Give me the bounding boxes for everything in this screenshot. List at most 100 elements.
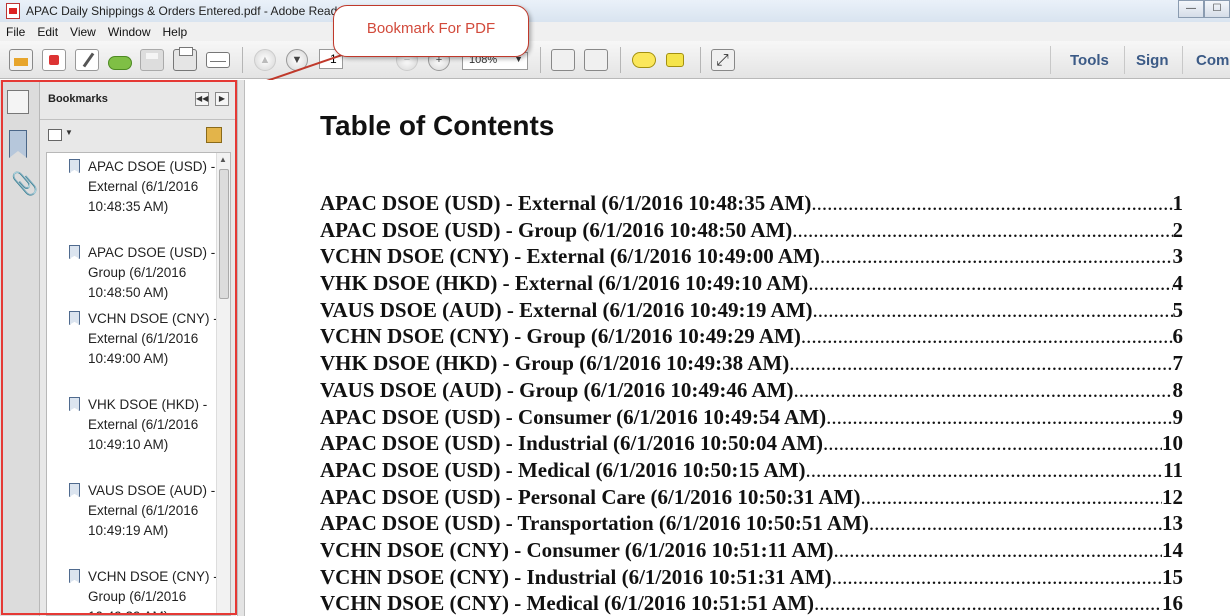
toc-entry[interactable]: APAC DSOE (USD) - Industrial (6/1/2016 1… (320, 431, 1183, 458)
expand-panel-icon[interactable]: ▶ (215, 92, 229, 106)
cloud-upload-icon[interactable] (107, 49, 132, 71)
toc-leader-dots (789, 351, 1172, 376)
toc-leader-dots (801, 324, 1173, 349)
fit-width-icon[interactable] (584, 49, 608, 71)
bookmarks-header: Bookmarks ◀◀ ▶ (40, 80, 236, 120)
toc-entry-page: 14 (1162, 537, 1183, 562)
toc-heading: Table of Contents (320, 110, 555, 141)
toc-entry[interactable]: APAC DSOE (USD) - Personal Care (6/1/201… (320, 485, 1183, 512)
menu-edit[interactable]: Edit (31, 25, 64, 39)
bookmarks-scrollbar[interactable]: ▲ (216, 153, 230, 615)
print-icon[interactable] (173, 47, 197, 71)
sign-button[interactable]: Sign (1136, 52, 1169, 69)
navigation-pane-strip: 📎 (0, 80, 40, 616)
menu-window[interactable]: Window (102, 25, 157, 39)
tools-button[interactable]: Tools (1070, 52, 1109, 69)
menu-view[interactable]: View (64, 25, 102, 39)
edit-icon[interactable] (75, 49, 99, 71)
toc-leader-dots (792, 218, 1172, 243)
highlight-icon[interactable] (666, 53, 684, 67)
toc-entry-title: APAC DSOE (USD) - Personal Care (6/1/201… (320, 484, 861, 509)
callout-bookmark-for-pdf: Bookmark For PDF (333, 5, 529, 57)
bookmark-label: VHK DSOE (HKD) - External (6/1/2016 10:4… (88, 397, 208, 452)
toc-entry-title: VCHN DSOE (CNY) - Medical (6/1/2016 10:5… (320, 591, 815, 616)
collapse-panel-icon[interactable]: ◀◀ (195, 92, 209, 106)
bookmark-icon (69, 245, 80, 259)
page-thumbnails-icon[interactable] (7, 90, 29, 114)
scroll-thumb[interactable] (219, 169, 229, 299)
toc-list: APAC DSOE (USD) - External (6/1/2016 10:… (320, 191, 1183, 616)
toc-entry[interactable]: APAC DSOE (USD) - Group (6/1/2016 10:48:… (320, 218, 1183, 245)
toc-entry-title: VCHN DSOE (CNY) - Consumer (6/1/2016 10:… (320, 537, 834, 562)
toc-entry-title: VAUS DSOE (AUD) - External (6/1/2016 10:… (320, 297, 813, 322)
toc-entry-page: 6 (1172, 324, 1184, 349)
toc-entry-title: VCHN DSOE (CNY) - Group (6/1/2016 10:49:… (320, 324, 801, 349)
find-bookmark-icon[interactable] (206, 127, 222, 143)
toc-entry[interactable]: VCHN DSOE (CNY) - Group (6/1/2016 10:49:… (320, 324, 1183, 351)
comment-icon[interactable] (632, 52, 656, 68)
bookmark-label: VCHN DSOE (CNY) - External (6/1/2016 10:… (88, 311, 218, 366)
bookmark-icon (69, 311, 80, 325)
bookmark-label: APAC DSOE (USD) - External (6/1/2016 10:… (88, 159, 216, 214)
toc-entry[interactable]: VCHN DSOE (CNY) - External (6/1/2016 10:… (320, 244, 1183, 271)
toc-entry-title: APAC DSOE (USD) - Medical (6/1/2016 10:5… (320, 457, 806, 482)
document-page: Table of Contents APAC DSOE (USD) - Exte… (245, 80, 1230, 616)
bookmarks-list: APAC DSOE (USD) - External (6/1/2016 10:… (46, 152, 231, 616)
menu-file[interactable]: File (0, 25, 31, 39)
toc-entry-title: APAC DSOE (USD) - Transportation (6/1/20… (320, 511, 869, 536)
toc-entry[interactable]: APAC DSOE (USD) - Consumer (6/1/2016 10:… (320, 405, 1183, 432)
bookmark-label: VAUS DSOE (AUD) - External (6/1/2016 10:… (88, 483, 216, 538)
toc-entry-title: VHK DSOE (HKD) - Group (6/1/2016 10:49:3… (320, 351, 790, 376)
toc-entry[interactable]: APAC DSOE (USD) - Medical (6/1/2016 10:5… (320, 458, 1183, 485)
toc-leader-dots (826, 405, 1172, 430)
toc-entry-page: 13 (1162, 511, 1183, 536)
bookmark-icon (69, 397, 80, 411)
toc-entry-page: 8 (1172, 377, 1184, 402)
toc-leader-dots (861, 485, 1163, 510)
toc-entry[interactable]: APAC DSOE (USD) - Transportation (6/1/20… (320, 511, 1183, 538)
toc-entry[interactable]: VAUS DSOE (AUD) - Group (6/1/2016 10:49:… (320, 378, 1183, 405)
toc-entry-title: VAUS DSOE (AUD) - Group (6/1/2016 10:49:… (320, 377, 794, 402)
toc-entry[interactable]: VHK DSOE (HKD) - Group (6/1/2016 10:49:3… (320, 351, 1183, 378)
previous-page-icon[interactable]: ▲ (254, 49, 276, 71)
menu-help[interactable]: Help (157, 25, 194, 39)
toc-leader-dots (832, 565, 1162, 590)
bookmark-options-button[interactable]: ▼ (48, 128, 74, 144)
toc-entry[interactable]: VHK DSOE (HKD) - External (6/1/2016 10:4… (320, 271, 1183, 298)
bookmarks-icon[interactable] (9, 130, 27, 158)
toc-entry-page: 1 (1172, 191, 1184, 215)
scroll-up-icon[interactable]: ▲ (219, 155, 227, 164)
bookmark-icon (69, 483, 80, 497)
toc-leader-dots (869, 511, 1162, 536)
email-icon[interactable] (206, 52, 230, 68)
toc-leader-dots (811, 191, 1172, 216)
panel-splitter[interactable] (237, 80, 245, 616)
comment-button[interactable]: Comm (1196, 52, 1230, 69)
toc-entry[interactable]: APAC DSOE (USD) - External (6/1/2016 10:… (320, 191, 1183, 218)
toc-leader-dots (808, 271, 1172, 296)
toc-entry[interactable]: VCHN DSOE (CNY) - Medical (6/1/2016 10:5… (320, 591, 1183, 616)
toc-entry-title: APAC DSOE (USD) - Consumer (6/1/2016 10:… (320, 404, 827, 429)
toc-entry-title: VHK DSOE (HKD) - External (6/1/2016 10:4… (320, 271, 809, 296)
minimize-button[interactable]: — (1178, 0, 1204, 18)
toc-leader-dots (805, 458, 1163, 483)
bookmark-icon (69, 159, 80, 173)
toc-leader-dots (814, 591, 1162, 616)
toc-entry[interactable]: VAUS DSOE (AUD) - External (6/1/2016 10:… (320, 298, 1183, 325)
maximize-button[interactable]: ☐ (1204, 0, 1230, 18)
toc-entry[interactable]: VCHN DSOE (CNY) - Industrial (6/1/2016 1… (320, 565, 1183, 592)
toc-entry-page: 12 (1162, 484, 1183, 509)
toolbar-separator (620, 47, 621, 73)
toc-entry-page: 4 (1172, 271, 1184, 296)
adobe-reader-icon (6, 3, 20, 19)
toolbar-separator (700, 47, 701, 73)
create-pdf-icon[interactable] (42, 49, 66, 71)
toc-entry-page: 2 (1172, 217, 1184, 242)
full-screen-icon[interactable] (711, 49, 735, 71)
open-icon[interactable] (9, 49, 33, 71)
bookmark-label: APAC DSOE (USD) - Group (6/1/2016 10:48:… (88, 245, 216, 300)
save-icon[interactable] (140, 49, 164, 71)
attachments-icon[interactable]: 📎 (11, 172, 38, 197)
fit-page-icon[interactable] (551, 49, 575, 71)
toc-entry[interactable]: VCHN DSOE (CNY) - Consumer (6/1/2016 10:… (320, 538, 1183, 565)
